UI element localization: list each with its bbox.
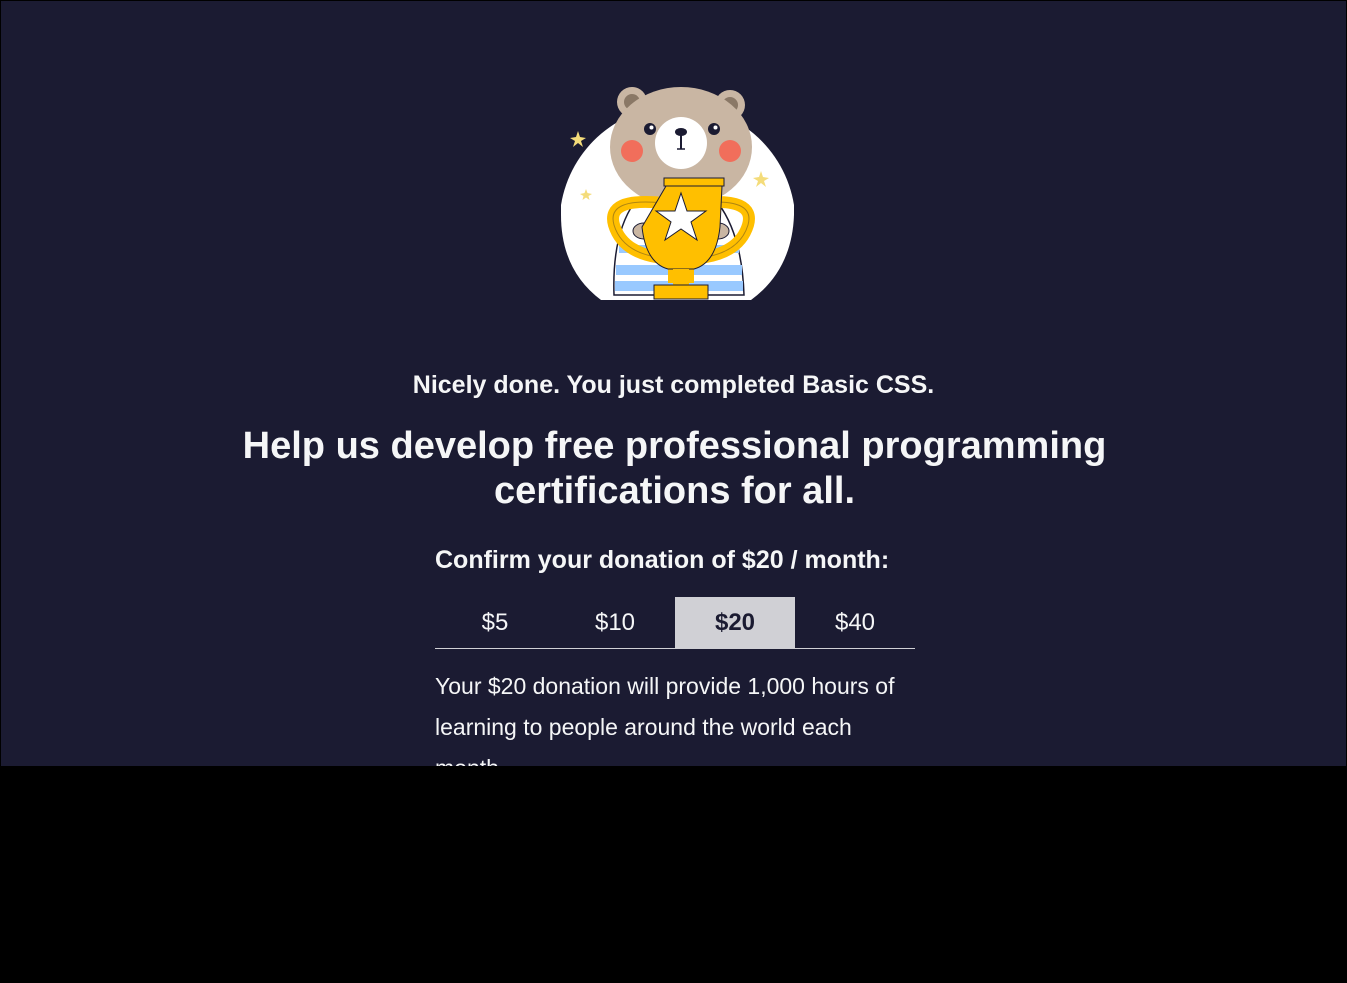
tab-amount-5[interactable]: $5 bbox=[435, 597, 555, 648]
donation-modal: Nicely done. You just completed Basic CS… bbox=[1, 1, 1346, 766]
tab-amount-40[interactable]: $40 bbox=[795, 597, 915, 648]
blank-area bbox=[0, 766, 1347, 983]
donation-confirm-text: Confirm your donation of $20 / month: bbox=[435, 546, 890, 574]
bear-trophy-icon bbox=[561, 87, 794, 300]
tab-amount-10[interactable]: $10 bbox=[555, 597, 675, 648]
tab-amount-20[interactable]: $20 bbox=[675, 597, 795, 648]
completed-message: Nicely done. You just completed Basic CS… bbox=[412, 371, 935, 399]
donation-amount-tabs: $5 $10 $20 $40 bbox=[435, 597, 915, 649]
donation-headline: Help us develop free professional progra… bbox=[242, 425, 1107, 512]
viewport: Nicely done. You just completed Basic CS… bbox=[0, 0, 1347, 766]
donation-impact-text: Your $20 donation will provide 1,000 hou… bbox=[435, 673, 895, 766]
